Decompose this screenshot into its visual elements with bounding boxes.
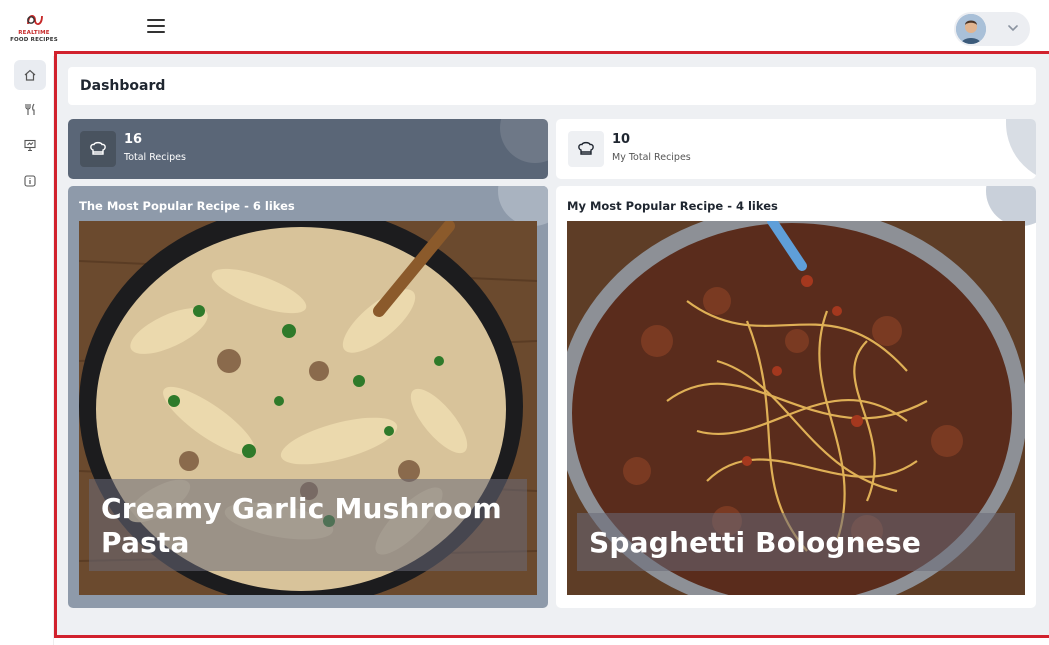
sidebar-item-recipes[interactable] [14,94,46,124]
stat-icon-box [80,131,116,167]
app-logo[interactable]: REALTIME FOOD RECIPES [2,12,66,48]
chef-hat-icon [90,141,106,155]
stat-icon-box [568,131,604,167]
card-decoration [500,119,548,163]
sidebar-item-home[interactable] [14,60,46,90]
page-header: Dashboard [68,67,1036,105]
card-decoration [1006,119,1036,179]
home-icon [24,69,36,81]
hamburger-icon[interactable] [147,19,167,35]
fork-knife-icon [25,103,35,115]
stat-value: 10 [612,132,631,147]
recipe-name-line1: Spaghetti Bolognese [589,526,922,559]
stat-card-my-total-recipes[interactable]: 10 My Total Recipes [556,119,1036,179]
sidebar-item-info[interactable] [14,166,46,196]
main-content: Dashboard 16 Total Recipes 10 My Total R… [54,51,1049,638]
stat-value: 16 [124,132,143,147]
chef-hat-icon [578,141,594,155]
logo-text-bottom: FOOD RECIPES [10,37,58,43]
sidebar-item-presentation[interactable] [14,130,46,160]
page-title: Dashboard [80,78,166,94]
top-bar: REALTIME FOOD RECIPES [0,0,1049,56]
info-icon [24,175,36,187]
recipe-name-line1: Creamy Garlic Mushroom [101,492,502,525]
chevron-down-icon [1008,25,1018,32]
my-popular-recipe-card: My Most Popular Recipe - 4 likes Spaghet… [556,186,1036,608]
user-menu-button[interactable] [954,12,1030,46]
logo-icon [27,15,43,25]
logo-text-top: REALTIME [18,30,50,36]
stat-label: My Total Recipes [612,152,691,163]
presentation-icon [24,139,36,152]
recipe-image[interactable]: Spaghetti Bolognese [567,221,1025,595]
card-decoration [498,186,548,226]
sidebar [8,56,54,645]
avatar [956,14,986,44]
card-decoration [986,186,1036,226]
card-heading: My Most Popular Recipe - 4 likes [567,199,778,213]
stat-label: Total Recipes [124,152,186,163]
card-heading: The Most Popular Recipe - 6 likes [79,199,295,213]
recipe-image[interactable]: Creamy Garlic Mushroom Pasta [79,221,537,595]
popular-recipe-card: The Most Popular Recipe - 6 likes Creamy… [68,186,548,608]
stat-card-total-recipes[interactable]: 16 Total Recipes [68,119,548,179]
user-avatar-icon [956,14,986,44]
recipe-name-line2: Pasta [101,526,190,559]
